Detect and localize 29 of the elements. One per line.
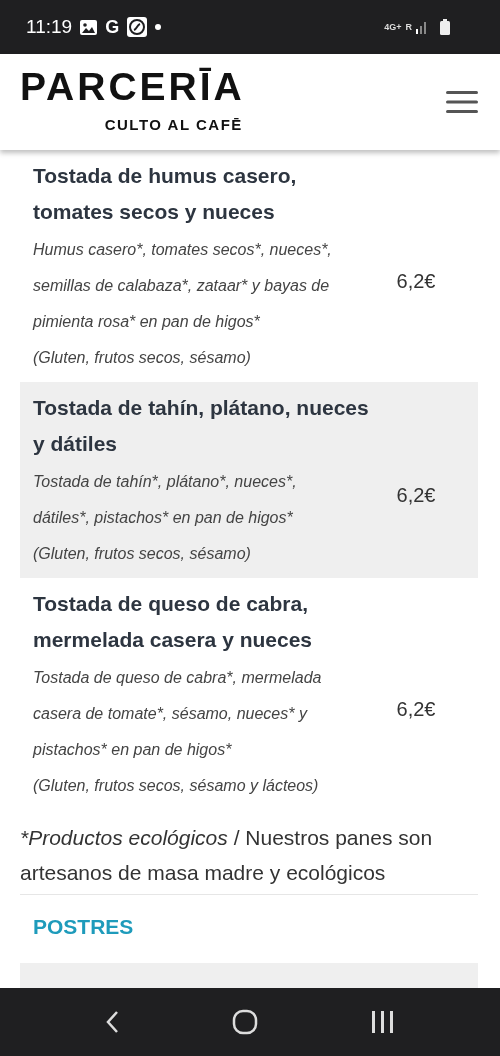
item-description: Tostada de tahín*, plátano*, nueces*, dátiles*, pistachos* en pan de higos*: [33, 472, 298, 528]
network-type: 4G+: [384, 22, 402, 32]
back-icon[interactable]: [104, 1010, 119, 1034]
item-title: Tostada de humus casero, tomates secos y nueces: [33, 163, 298, 225]
battery-icon: [440, 19, 450, 35]
item-price: 6,2€: [396, 483, 436, 508]
gallery-icon: [80, 19, 98, 35]
app-icon: [127, 17, 148, 37]
item-description: Humus casero*, tomates secos*, nueces*, semillas de calabaza*, zataar* y bayas de pimienta rosa* en pan de higos*: [33, 240, 333, 332]
item-description: Tostada de queso de cabra*, mermelada casera de tomate*, sésamo, nueces* y pistachos* en pan de higos*: [33, 668, 323, 760]
item-allergens: (Gluten, frutos secos, sésamo y lácteos): [33, 776, 320, 796]
item-title: Tostada de queso de cabra, mermelada casera y nueces: [33, 591, 314, 653]
home-icon[interactable]: [232, 1009, 258, 1035]
notification-dot-icon: [155, 24, 162, 30]
roaming-indicator: R: [405, 22, 412, 32]
clock: 11:19: [26, 14, 73, 39]
menu-icon[interactable]: [446, 91, 478, 113]
item-allergens: (Gluten, frutos secos, sésamo): [33, 348, 252, 368]
item-title: Tostada de tahín, plátano, nueces y dátiles: [33, 395, 370, 457]
item-price: 6,2€: [396, 697, 436, 722]
app-letter-icon: G: [105, 13, 120, 41]
item-price: 6,2€: [396, 269, 436, 294]
signal-icon: [416, 20, 428, 34]
footnote: *Productos ecológicos / Nuestros panes son artesanos de masa madre y ecológicos: [20, 810, 478, 895]
brand-tagline: CULTO AL CAFĒ: [104, 115, 243, 136]
recent-apps-icon[interactable]: [371, 1010, 396, 1034]
brand-logo[interactable]: PARCERĪA: [20, 67, 245, 107]
item-allergens: (Gluten, frutos secos, sésamo): [33, 544, 252, 564]
section-heading: POSTRES: [33, 915, 134, 938]
